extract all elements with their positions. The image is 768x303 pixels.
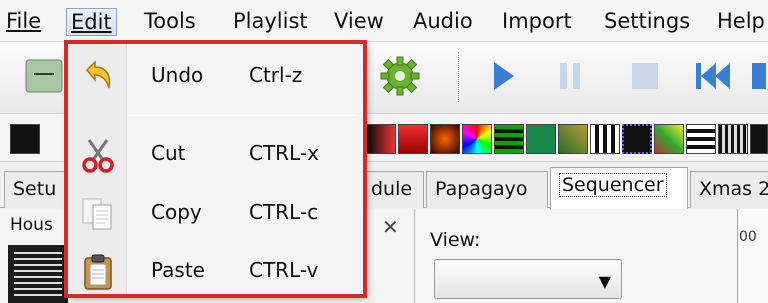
house-preview-canvas	[8, 245, 68, 303]
stop-button[interactable]	[622, 54, 666, 98]
menu-item-copy-shortcut: CTRL-c	[249, 200, 319, 224]
effect-swatch[interactable]	[462, 124, 492, 154]
effect-swatch[interactable]	[430, 124, 460, 154]
menu-item-copy-label: Copy	[151, 200, 202, 224]
rewind-button[interactable]	[690, 54, 734, 98]
tab-schedule-label: dule	[371, 178, 413, 200]
gear-icon	[380, 56, 420, 96]
menu-item-undo-label: Undo	[151, 63, 204, 87]
timeline-panel: 00	[739, 209, 768, 303]
menu-file[interactable]: File	[2, 8, 45, 36]
pause-icon	[560, 63, 580, 89]
panel-title: Hous	[10, 215, 53, 235]
rewind-icon	[696, 63, 730, 89]
play-icon	[494, 62, 514, 90]
effect-swatch[interactable]	[622, 124, 652, 154]
play-button[interactable]	[480, 54, 524, 98]
tab-xmas-label: Xmas 2	[699, 178, 768, 200]
clipboard-icon	[84, 254, 112, 290]
menu-help[interactable]: Help	[713, 8, 768, 36]
toolbar-left-icon	[25, 59, 63, 93]
menu-playlist-label: Playlist	[233, 9, 308, 33]
menu-import[interactable]: Import	[498, 8, 576, 36]
tab-papagayo[interactable]: Papagayo	[426, 171, 548, 208]
effect-swatch[interactable]	[398, 124, 428, 154]
tab-sequencer-label: Sequencer	[559, 173, 667, 197]
chevron-down-icon: ▼	[598, 272, 611, 291]
menu-separator	[129, 115, 357, 116]
menu-item-undo-shortcut: Ctrl-z	[249, 63, 303, 87]
tab-setup[interactable]: Setu	[4, 171, 70, 208]
copy-pages-icon	[82, 198, 112, 230]
sequencer-view-panel: View: ▼	[416, 209, 738, 303]
menu-import-label: Import	[502, 9, 572, 33]
tab-schedule[interactable]: dule	[362, 171, 424, 208]
menu-file-label: File	[6, 9, 42, 33]
preview-lines	[14, 252, 62, 296]
menu-item-cut[interactable]: Cut CTRL-x	[67, 129, 364, 179]
menu-view-label: View	[334, 9, 384, 33]
menu-item-paste-shortcut: CTRL-v	[249, 258, 319, 282]
menu-bar: File Edit Tools Playlist View Audio Impo…	[0, 0, 768, 42]
toolbar-left-button[interactable]	[22, 54, 66, 98]
menu-help-label: Help	[717, 9, 765, 33]
tab-xmas[interactable]: Xmas 2	[690, 171, 768, 208]
effect-swatch[interactable]	[10, 124, 40, 154]
tab-papagayo-label: Papagayo	[435, 178, 528, 200]
scissors-icon	[82, 139, 114, 173]
menu-item-paste-label: Paste	[151, 258, 205, 282]
tab-sequencer[interactable]: Sequencer	[550, 167, 688, 209]
menu-item-paste[interactable]: Paste CTRL-v	[67, 246, 364, 296]
toolbar-separator	[458, 52, 460, 102]
menu-tools[interactable]: Tools	[140, 8, 200, 36]
effect-swatch[interactable]	[526, 124, 556, 154]
effect-swatch[interactable]	[494, 124, 524, 154]
menu-edit[interactable]: Edit	[66, 8, 117, 36]
menu-item-cut-shortcut: CTRL-x	[249, 141, 319, 165]
tab-setup-label: Setu	[13, 178, 57, 200]
menu-item-copy[interactable]: Copy CTRL-c	[67, 188, 364, 238]
menu-item-cut-label: Cut	[151, 141, 186, 165]
effect-swatch[interactable]	[686, 124, 716, 154]
pause-button[interactable]	[548, 54, 592, 98]
view-label: View:	[430, 229, 481, 251]
next-button[interactable]	[748, 54, 768, 98]
effect-swatch[interactable]	[718, 124, 748, 154]
stop-icon	[632, 63, 658, 89]
menu-settings[interactable]: Settings	[600, 8, 694, 36]
menu-edit-label: Edit	[71, 10, 112, 34]
next-icon	[752, 63, 766, 89]
effect-swatch[interactable]	[366, 124, 396, 154]
effect-swatch[interactable]	[750, 124, 768, 154]
effect-swatch[interactable]	[590, 124, 620, 154]
menu-audio-label: Audio	[413, 9, 473, 33]
view-select[interactable]: ▼	[434, 259, 622, 299]
menu-audio[interactable]: Audio	[409, 8, 477, 36]
settings-gear-button[interactable]	[378, 54, 422, 98]
timeline-number: 00	[739, 229, 757, 245]
edit-menu-dropdown: Undo Ctrl-z Cut CTRL-x Copy CTRL-c Paste	[66, 42, 365, 296]
effect-swatch[interactable]	[558, 124, 588, 154]
undo-arrow-icon	[85, 60, 111, 89]
menu-view[interactable]: View	[330, 8, 388, 36]
menu-tools-label: Tools	[144, 9, 196, 33]
effect-swatch[interactable]	[654, 124, 684, 154]
menu-settings-label: Settings	[604, 9, 691, 33]
menu-item-undo[interactable]: Undo Ctrl-z	[67, 51, 364, 101]
close-icon[interactable]: ✕	[382, 215, 399, 239]
menu-playlist[interactable]: Playlist	[229, 8, 312, 36]
